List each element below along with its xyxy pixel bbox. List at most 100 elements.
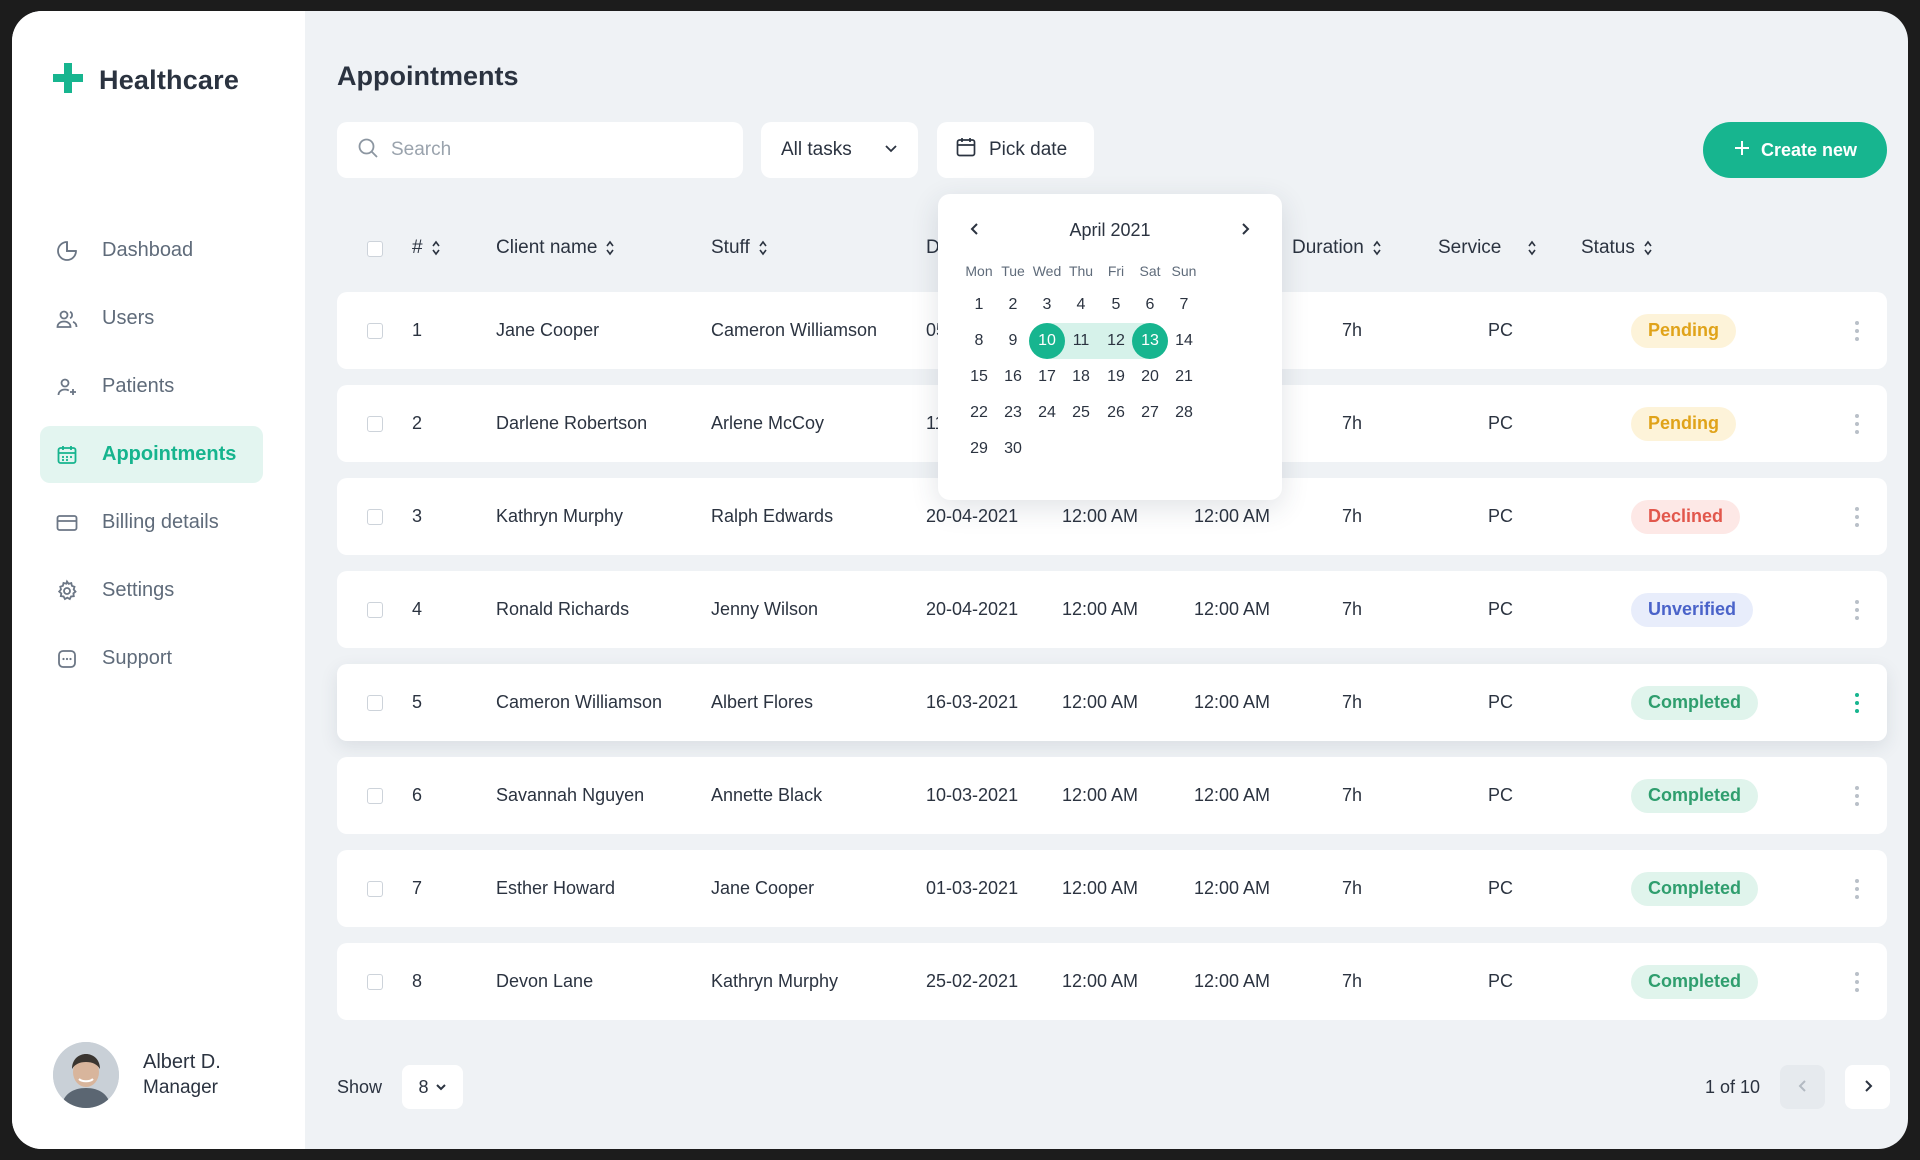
row-menu-icon[interactable] [1855,757,1859,834]
sidebar-item-label: Appointments [102,443,237,465]
sidebar-item-label: Dashboad [102,239,194,261]
calendar-day[interactable]: 27 [1132,395,1168,431]
calendar-day[interactable]: 29 [961,431,997,467]
next-page-button[interactable] [1845,1065,1891,1109]
column-header-number[interactable]: # [412,237,441,259]
sort-icon [1527,240,1537,256]
brand[interactable]: Healthcare [53,63,239,98]
row-checkbox[interactable] [367,664,383,741]
calendar-month-title: April 2021 [1069,220,1151,240]
sidebar-item-appointments[interactable]: Appointments [40,426,263,483]
sidebar-item-settings[interactable]: Settings [40,562,263,619]
weekday-label: Thu [1068,263,1094,279]
search-box[interactable] [337,122,743,178]
column-header-label: Client name [496,237,598,258]
column-header-stuff[interactable]: Stuff [711,237,768,259]
row-menu-icon[interactable] [1855,664,1859,741]
sidebar-item-support[interactable]: Support [40,630,263,687]
calendar-day[interactable]: 2 [995,287,1031,323]
calendar-day[interactable]: 15 [961,359,997,395]
duration: 7h [1342,692,1363,712]
pick-date-button[interactable]: Pick date [937,122,1094,178]
row-checkbox[interactable] [367,292,383,369]
calendar-day[interactable]: 30 [995,431,1031,467]
column-header-client[interactable]: Client name [496,237,615,259]
duration: 7h [1342,878,1363,898]
table-row[interactable]: 7 Esther Howard Jane Cooper 01-03-2021 1… [337,850,1887,927]
calendar-day[interactable]: 12 [1098,323,1134,359]
avatar [53,1042,119,1108]
column-header-duration[interactable]: Duration [1292,237,1382,259]
row-checkbox[interactable] [367,850,383,927]
user-profile[interactable]: Albert D. Manager [53,1042,221,1108]
calendar-header: April 2021 [938,218,1282,244]
calendar-day[interactable]: 18 [1063,359,1099,395]
previous-page-button[interactable] [1780,1065,1826,1109]
sidebar-item-dashboard[interactable]: Dashboad [40,222,263,279]
search-input[interactable] [391,139,711,161]
calendar-day[interactable]: 6 [1132,287,1168,323]
row-number: 4 [412,599,423,619]
status-badge: Completed [1631,964,1759,999]
row-checkbox[interactable] [367,571,383,648]
sidebar-item-billing[interactable]: Billing details [40,494,263,551]
select-all-checkbox[interactable] [367,241,383,257]
row-menu-icon[interactable] [1855,292,1859,369]
row-checkbox[interactable] [367,943,383,1020]
create-new-button[interactable]: Create new [1703,122,1887,178]
calendar-day[interactable]: 14 [1166,323,1202,359]
table-row[interactable]: 4 Ronald Richards Jenny Wilson 20-04-202… [337,571,1887,648]
next-month-button[interactable] [1232,218,1258,244]
cross-logo-icon [53,63,83,98]
sidebar-item-users[interactable]: Users [40,290,263,347]
calendar-day[interactable]: 26 [1098,395,1134,431]
row-checkbox[interactable] [367,478,383,555]
calendar-day[interactable]: 20 [1132,359,1168,395]
row-menu-icon[interactable] [1855,850,1859,927]
column-header-status[interactable]: Status [1581,237,1653,259]
row-checkbox[interactable] [367,757,383,834]
calendar-day[interactable]: 4 [1063,287,1099,323]
row-menu-icon[interactable] [1855,943,1859,1020]
start-time: 12:00 AM [1062,599,1139,619]
appointment-date: 01-03-2021 [926,878,1019,898]
calendar-day[interactable]: 3 [1029,287,1065,323]
calendar-day[interactable]: 8 [961,323,997,359]
calendar-day[interactable]: 17 [1029,359,1065,395]
appointment-date: 10-03-2021 [926,785,1019,805]
calendar-day[interactable]: 24 [1029,395,1065,431]
calendar-day[interactable]: 19 [1098,359,1134,395]
sidebar-item-patients[interactable]: Patients [40,358,263,415]
calendar-day[interactable]: 21 [1166,359,1202,395]
end-time: 12:00 AM [1194,878,1271,898]
row-menu-icon[interactable] [1855,571,1859,648]
calendar-day[interactable]: 9 [995,323,1031,359]
table-row[interactable]: 5 Cameron Williamson Albert Flores 16-03… [337,664,1887,741]
calendar-day[interactable]: 11 [1063,323,1099,359]
service: PC [1488,413,1514,433]
calendar-day[interactable]: 1 [961,287,997,323]
calendar-day[interactable]: 5 [1098,287,1134,323]
status-badge: Unverified [1631,592,1754,627]
table-row[interactable]: 8 Devon Lane Kathryn Murphy 25-02-2021 1… [337,943,1887,1020]
task-filter-dropdown[interactable]: All tasks [761,122,918,178]
end-time: 12:00 AM [1194,971,1271,991]
pie-chart-icon [54,238,80,264]
calendar-day[interactable]: 28 [1166,395,1202,431]
stuff-name: Kathryn Murphy [711,971,839,991]
row-menu-icon[interactable] [1855,478,1859,555]
calendar-day[interactable]: 10 [1029,323,1065,359]
calendar-day[interactable]: 22 [961,395,997,431]
calendar-day[interactable]: 23 [995,395,1031,431]
row-checkbox[interactable] [367,385,383,462]
duration: 7h [1342,785,1363,805]
calendar-day[interactable]: 25 [1063,395,1099,431]
table-row[interactable]: 6 Savannah Nguyen Annette Black 10-03-20… [337,757,1887,834]
calendar-day[interactable]: 16 [995,359,1031,395]
row-menu-icon[interactable] [1855,385,1859,462]
calendar-day[interactable]: 7 [1166,287,1202,323]
client-name: Esther Howard [496,878,616,898]
calendar-day[interactable]: 13 [1132,323,1168,359]
page-size-dropdown[interactable]: 8 [402,1065,464,1109]
column-header-service[interactable]: Service [1438,237,1537,259]
